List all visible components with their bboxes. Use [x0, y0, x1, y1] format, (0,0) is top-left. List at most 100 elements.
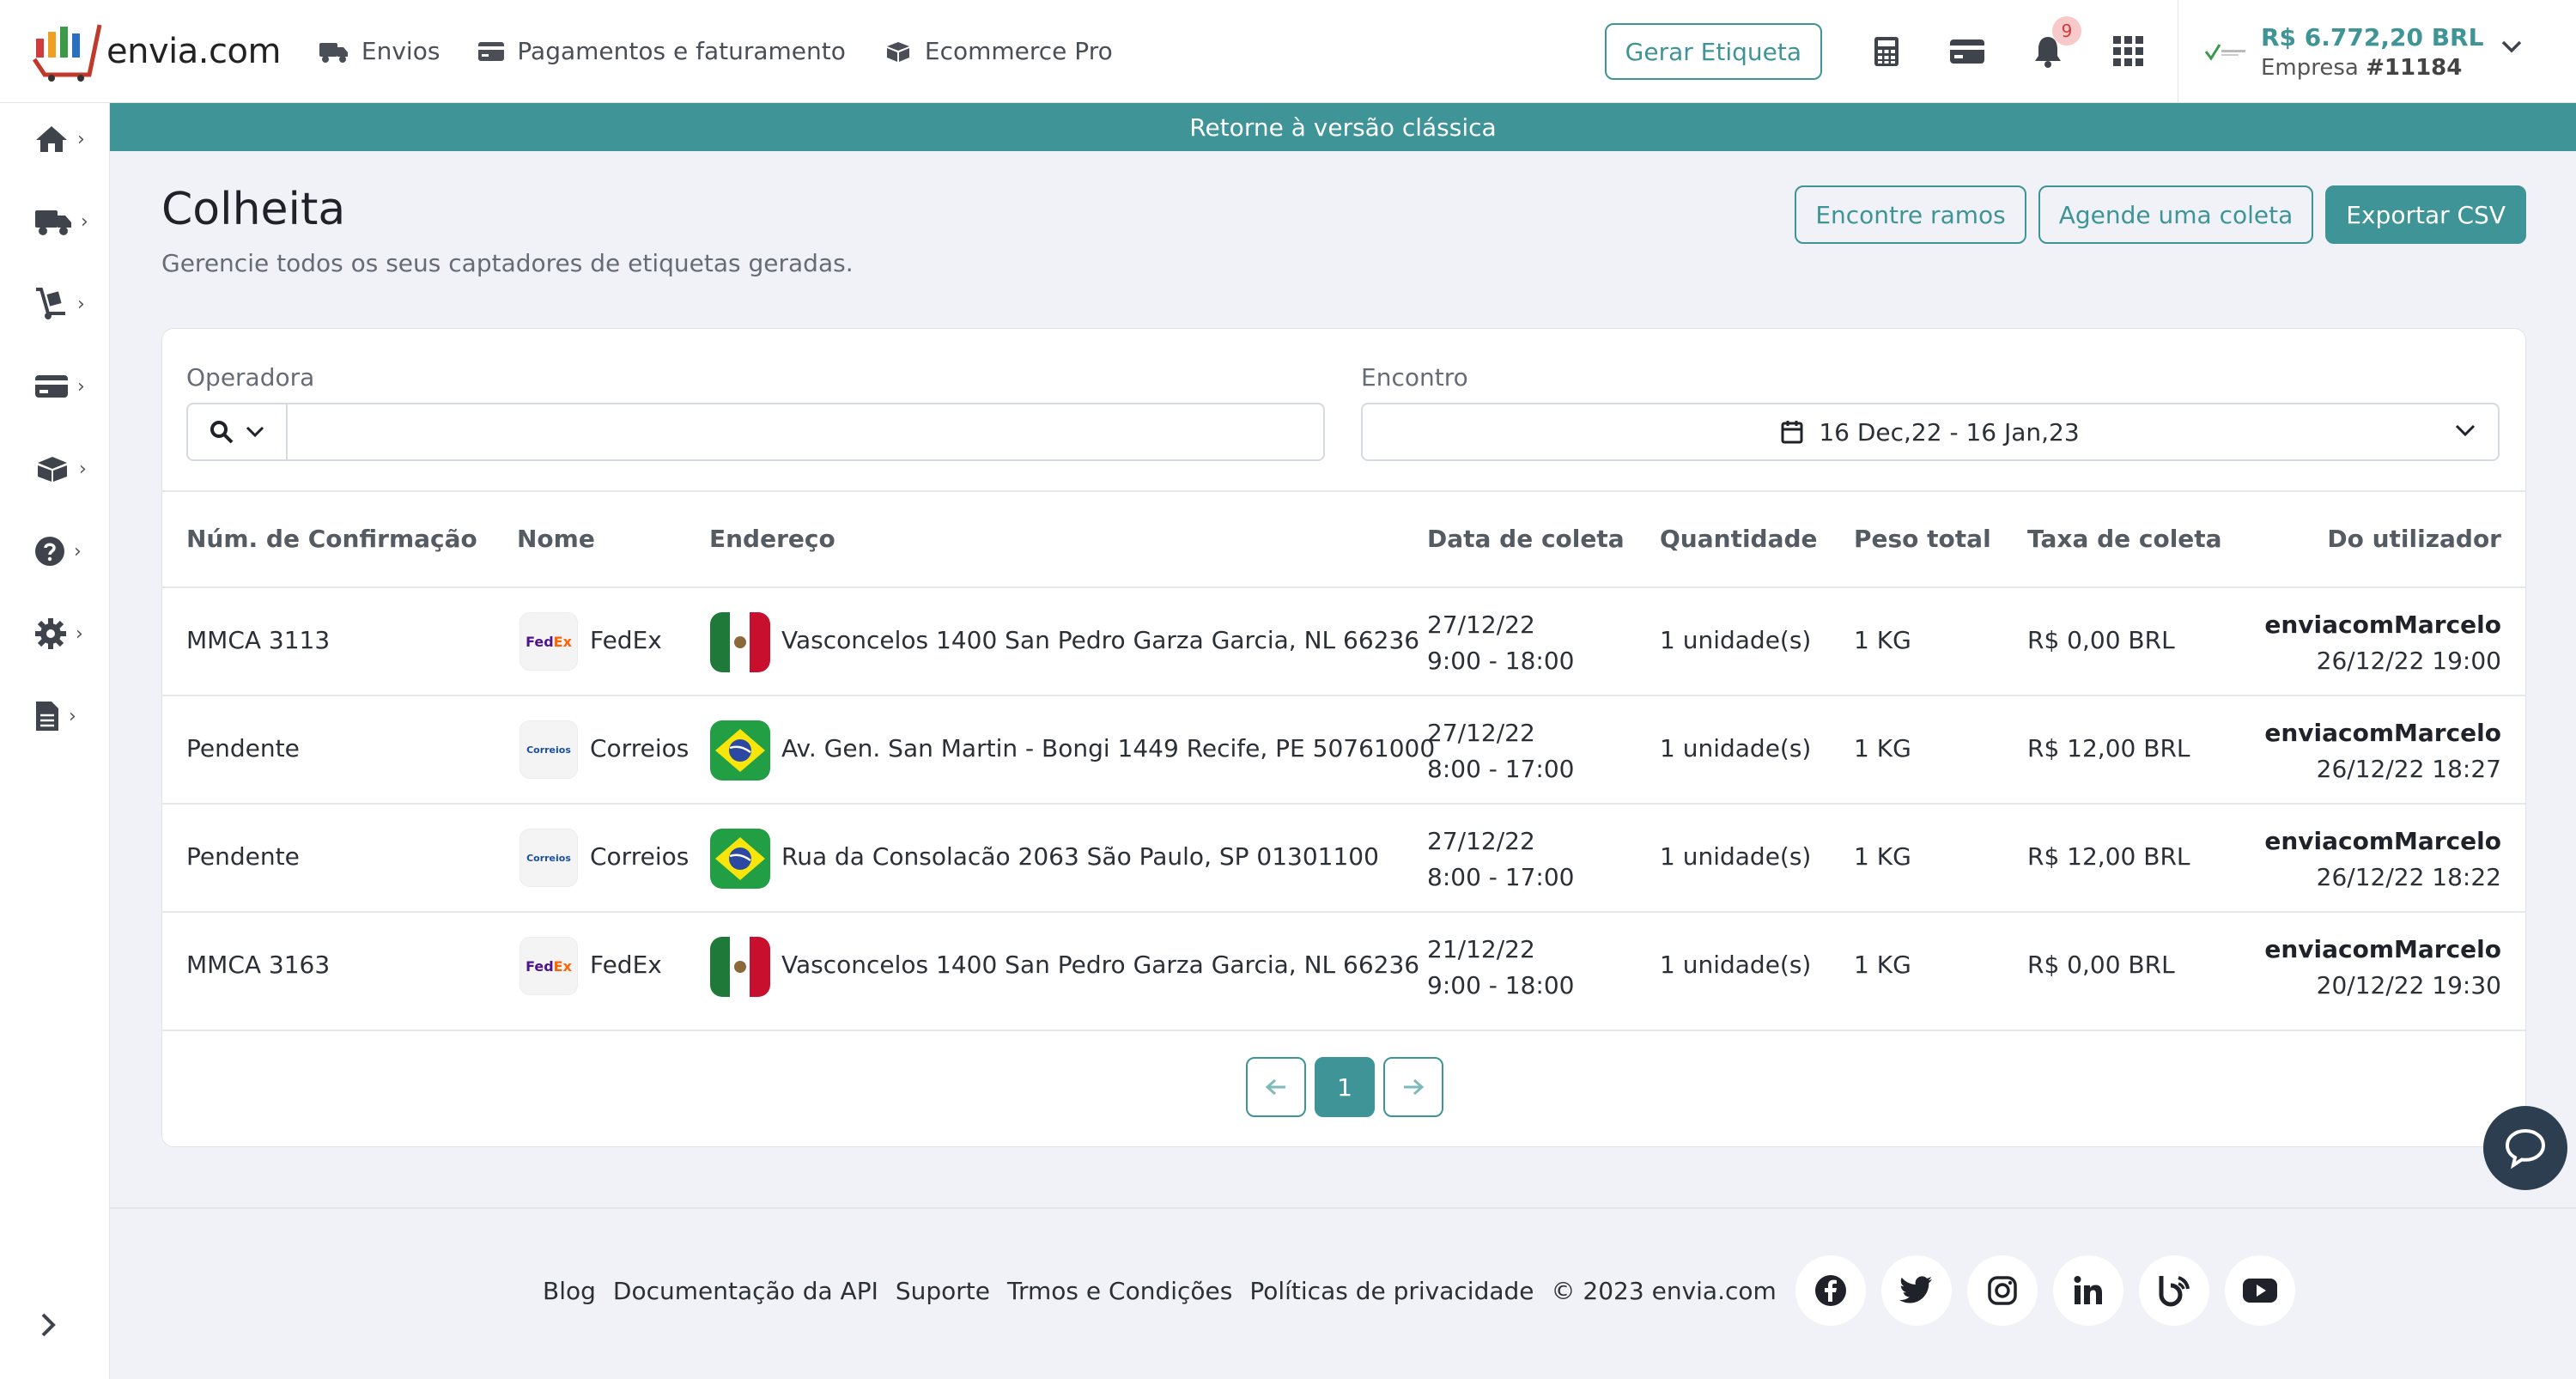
total-weight: 1 KG [1854, 842, 1911, 871]
col-fee: Taxa de coleta [2027, 525, 2222, 553]
carrier-name: Correios [590, 734, 690, 762]
chat-bubble-icon [2505, 1128, 2546, 1169]
linkedin-link[interactable] [2052, 1255, 2123, 1326]
facebook-link[interactable] [1795, 1255, 1866, 1326]
youtube-link[interactable] [2224, 1255, 2295, 1326]
footer-link-support[interactable]: Suporte [896, 1277, 990, 1305]
blog-link[interactable] [2138, 1255, 2209, 1326]
col-name: Nome [517, 525, 595, 553]
search-mode-dropdown[interactable] [188, 404, 288, 459]
arrow-right-icon [1404, 1078, 1425, 1096]
open-box-icon [38, 457, 67, 482]
account-info: R$ 6.772,20 BRL Empresa #11184 [2261, 23, 2483, 81]
page-subtitle: Gerencie todos os seus captadores de eti… [161, 249, 854, 277]
top-navbar: envia.com Envios Pagamentos e faturament… [0, 0, 2576, 103]
account-menu[interactable]: R$ 6.772,20 BRL Empresa #11184 [2178, 0, 2576, 103]
table-row[interactable]: MMCA 3163 Fed Ex FedEx Vasconcelos 1400 S… [162, 911, 2525, 1031]
footer-link-blog[interactable]: Blog [543, 1277, 596, 1305]
pickup-date-window: 9:00 - 18:00 [1427, 647, 1575, 675]
created-by: enviacomMarcelo 26/12/22 18:22 [2264, 823, 2501, 896]
calculator-button[interactable] [1846, 36, 1927, 67]
sidebar-item-home[interactable]: › [34, 113, 94, 165]
sidebar-item-payments[interactable]: › [34, 361, 94, 412]
sidebar-item-help[interactable]: › [34, 525, 94, 577]
generate-label-button[interactable]: Gerar Etiqueta [1604, 23, 1822, 80]
pickup-address: Rua da Consolacão 2063 São Paulo, SP 013… [781, 842, 1379, 871]
date-range-value: 16 Dec,22 - 16 Jan,23 [1819, 417, 2080, 447]
col-quantity: Quantidade [1660, 525, 1818, 553]
flag-brazil-icon [710, 720, 770, 781]
nav-shipments-label: Envios [361, 37, 440, 65]
date-range-display: 16 Dec,22 - 16 Jan,23 [1363, 404, 2498, 459]
brand-logo[interactable]: envia.com [33, 0, 281, 103]
nav-shipments[interactable]: Envios [319, 37, 440, 65]
user-name: enviacomMarcelo [2264, 935, 2501, 963]
table-row[interactable]: Pendente Correios Correios Rua da Consol… [162, 803, 2525, 911]
gear-icon [35, 618, 66, 649]
created-at: 26/12/22 18:22 [2316, 863, 2501, 891]
credit-card-icon [1950, 39, 1984, 64]
find-branches-button[interactable]: Encontre ramos [1795, 185, 2026, 244]
footer-link-privacy[interactable]: Políticas de privacidade [1249, 1277, 1534, 1305]
page-button-current[interactable]: 1 [1315, 1057, 1375, 1117]
chevron-right-icon: › [74, 540, 82, 562]
carrier-search-input[interactable] [289, 404, 1320, 459]
grid-apps-icon [2113, 36, 2143, 66]
page-actions: Encontre ramos Agende uma coleta Exporta… [1783, 185, 2526, 244]
sidebar-item-pickups[interactable]: › [34, 278, 94, 330]
created-at: 26/12/22 19:00 [2316, 647, 2501, 675]
flag-mexico-icon [710, 937, 770, 997]
footer-link-api-docs[interactable]: Documentação da API [613, 1277, 878, 1305]
quantity: 1 unidade(s) [1660, 951, 1812, 979]
prev-page-button[interactable] [1246, 1057, 1306, 1117]
pickup-fee: R$ 0,00 BRL [2027, 626, 2175, 654]
created-by: enviacomMarcelo 26/12/22 19:00 [2264, 607, 2501, 679]
pickup-date-window: 9:00 - 18:00 [1427, 971, 1575, 999]
total-weight: 1 KG [1854, 951, 1911, 979]
twitter-link[interactable] [1880, 1255, 1952, 1326]
youtube-icon [2242, 1279, 2277, 1303]
flag-mexico-icon [710, 612, 770, 672]
sidebar-item-shipments[interactable]: › [34, 196, 94, 247]
pickup-fee: R$ 0,00 BRL [2027, 951, 2175, 979]
classic-version-banner[interactable]: Retorne à versão clássica [110, 103, 2576, 151]
sidebar-item-ecommerce[interactable]: › [34, 443, 94, 495]
created-by: enviacomMarcelo 26/12/22 18:27 [2264, 715, 2501, 787]
user-name: enviacomMarcelo [2264, 611, 2501, 639]
top-nav: Envios Pagamentos e faturamento Ecommerc… [319, 37, 1151, 65]
notifications-button[interactable]: 9 [2008, 16, 2088, 68]
sidebar-item-settings[interactable]: › [34, 608, 94, 659]
pickup-date-window: 8:00 - 17:00 [1427, 863, 1575, 891]
date-filter-label: Encontro [1361, 363, 1468, 392]
nav-payments[interactable]: Pagamentos e faturamento [477, 37, 846, 65]
carrier-name: Correios [590, 842, 690, 871]
sidebar-item-documents[interactable]: › [34, 690, 94, 742]
footer-divider [110, 1207, 2576, 1209]
chevron-right-icon: › [77, 375, 85, 398]
table-row[interactable]: MMCA 3113 Fed Ex FedEx Vasconcelos 1400 S… [162, 586, 2525, 695]
nav-payments-label: Pagamentos e faturamento [517, 37, 846, 65]
question-circle-icon [35, 537, 64, 566]
col-address: Endereço [709, 525, 835, 553]
apps-button[interactable] [2088, 36, 2169, 67]
instagram-link[interactable] [1966, 1255, 2038, 1326]
pagination: 1 [1246, 1057, 1452, 1117]
date-range-picker[interactable]: 16 Dec,22 - 16 Jan,23 [1361, 403, 2500, 461]
next-page-button[interactable] [1383, 1057, 1443, 1117]
fedex-logo-icon: Fed Ex [519, 937, 578, 995]
user-name: enviacomMarcelo [2264, 827, 2501, 855]
sidebar: › › › › › › › › [0, 103, 110, 1379]
carrier-filter [186, 403, 1325, 461]
sidebar-expand-button[interactable] [39, 1312, 57, 1341]
footer-link-terms[interactable]: Trmos e Condições [1007, 1277, 1232, 1305]
export-csv-button[interactable]: Exportar CSV [2325, 185, 2526, 244]
pickup-date-window: 8:00 - 17:00 [1427, 755, 1575, 783]
nav-ecommerce-pro[interactable]: Ecommerce Pro [884, 37, 1113, 65]
schedule-pickup-button[interactable]: Agende uma coleta [2038, 185, 2314, 244]
chat-widget-button[interactable] [2483, 1106, 2567, 1190]
envia-logo-icon [33, 23, 102, 82]
truck-icon [35, 210, 71, 235]
fedex-logo-icon: Fed Ex [519, 612, 578, 671]
card-button[interactable] [1927, 38, 2008, 65]
table-row[interactable]: Pendente Correios Correios Av. Gen. San … [162, 695, 2525, 803]
